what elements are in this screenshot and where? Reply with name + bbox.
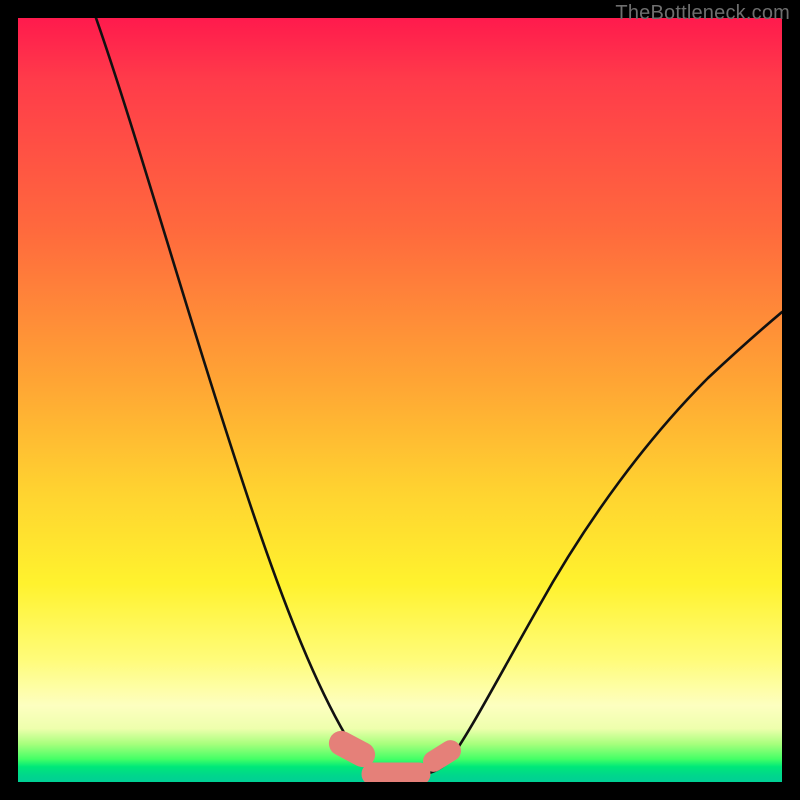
curve-left-branch xyxy=(96,18,370,768)
chart-frame: TheBottleneck.com xyxy=(0,0,800,800)
curve-right-branch xyxy=(448,312,782,762)
bottleneck-curve-svg xyxy=(18,18,782,782)
plot-area xyxy=(18,18,782,782)
attribution-text: TheBottleneck.com xyxy=(615,2,790,25)
marker-bottom xyxy=(362,763,430,782)
